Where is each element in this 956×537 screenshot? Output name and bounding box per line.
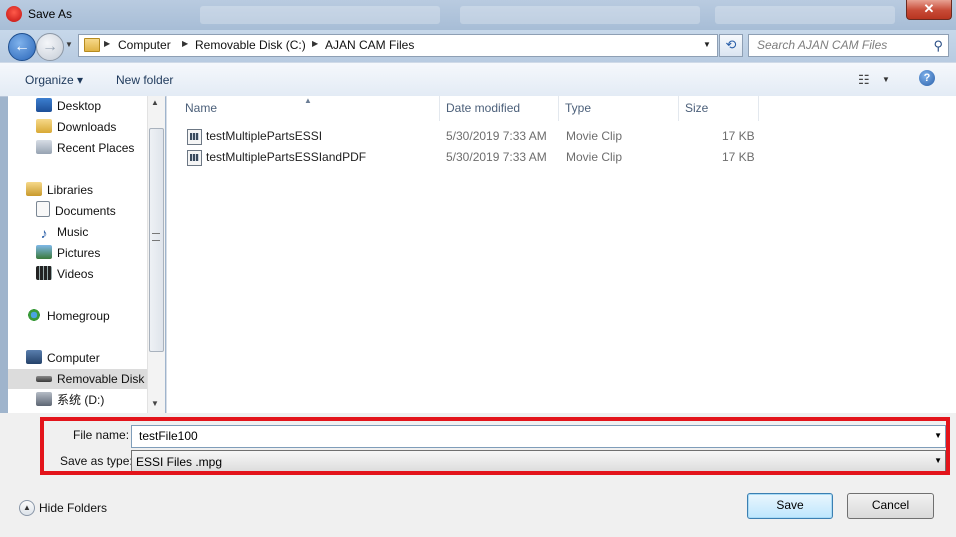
column-divider[interactable]: [678, 96, 679, 121]
recent-pages-dropdown-icon[interactable]: ▼: [65, 40, 73, 49]
file-list-pane: Name Date modified Type Size testMultipl…: [166, 96, 956, 413]
file-type: Movie Clip: [566, 129, 623, 143]
movie-clip-icon: [187, 129, 202, 145]
command-toolbar: Organize ▾ New folder ☷ ▼ ?: [0, 62, 956, 97]
app-icon: [6, 6, 22, 22]
grip-icon: [152, 233, 160, 241]
file-type: Movie Clip: [566, 150, 623, 164]
column-header-name[interactable]: Name: [185, 101, 217, 115]
file-size: 17 KB: [722, 150, 755, 164]
search-placeholder: Search AJAN CAM Files: [757, 38, 888, 52]
sidebar-item-libraries[interactable]: Libraries: [26, 180, 93, 200]
desktop-icon: [36, 98, 52, 112]
sidebar-item-label: 系统 (D:): [57, 393, 105, 407]
breadcrumb-computer[interactable]: Computer: [118, 38, 171, 52]
sidebar-item-downloads[interactable]: Downloads: [36, 117, 116, 137]
scroll-up-icon[interactable]: ▲: [151, 98, 159, 107]
refresh-button[interactable]: ⟲: [719, 34, 743, 57]
computer-icon: [26, 350, 42, 364]
drive-icon: [36, 376, 52, 382]
sidebar-item-label: Desktop: [57, 99, 102, 113]
hide-folders-button[interactable]: Hide Folders: [39, 501, 107, 515]
column-divider[interactable]: [558, 96, 559, 121]
file-row[interactable]: testMultiplePartsESSI 5/30/2019 7:33 AM …: [187, 126, 787, 146]
sidebar-item-removable-disk[interactable]: Removable Disk (: [8, 369, 152, 389]
sidebar-item-homegroup[interactable]: Homegroup: [26, 306, 110, 326]
column-header-type[interactable]: Type: [565, 101, 591, 115]
sort-ascending-icon: ▲: [304, 96, 312, 105]
sidebar-item-pictures[interactable]: Pictures: [36, 243, 100, 263]
sidebar-item-videos[interactable]: Videos: [36, 264, 93, 284]
sidebar-item-computer[interactable]: Computer: [26, 348, 100, 368]
background-window-ghost: [460, 6, 700, 24]
downloads-icon: [36, 119, 52, 133]
new-folder-button[interactable]: New folder: [116, 73, 173, 87]
sidebar-item-label: Documents: [55, 204, 116, 218]
address-dropdown-icon[interactable]: ▼: [697, 34, 717, 55]
sidebar-item-label: Music: [57, 225, 89, 239]
music-icon: ♪: [40, 225, 48, 241]
videos-icon: [36, 266, 52, 280]
close-button[interactable]: ✕: [906, 0, 952, 20]
sidebar-item-desktop[interactable]: Desktop: [36, 96, 101, 116]
sidebar-item-music[interactable]: ♪ Music: [36, 222, 89, 242]
sidebar-item-documents[interactable]: Documents: [36, 201, 116, 221]
search-icon[interactable]: ⚲: [933, 38, 943, 54]
column-header-date-modified[interactable]: Date modified: [446, 101, 520, 115]
sidebar-item-label: Pictures: [57, 246, 101, 260]
save-button[interactable]: Save: [747, 493, 833, 519]
breadcrumb-separator-icon[interactable]: ▶: [312, 39, 318, 48]
sidebar-item-label: Recent Places: [57, 141, 135, 155]
file-date: 5/30/2019 7:33 AM: [446, 150, 547, 164]
folder-icon: [84, 38, 100, 52]
sidebar-item-label: Removable Disk (: [57, 372, 152, 386]
drive-icon: [36, 392, 52, 406]
title-bar: [0, 0, 956, 30]
movie-clip-icon: [187, 150, 202, 166]
sidebar-item-recent-places[interactable]: Recent Places: [36, 138, 134, 158]
search-input[interactable]: Search AJAN CAM Files ⚲: [748, 34, 949, 57]
column-divider[interactable]: [758, 96, 759, 121]
organize-button[interactable]: Organize ▾: [25, 73, 83, 87]
documents-icon: [36, 201, 50, 217]
address-bar[interactable]: ▶ Computer ▶ Removable Disk (C:) ▶ AJAN …: [78, 34, 718, 57]
breadcrumb-removable-disk[interactable]: Removable Disk (C:): [195, 38, 306, 52]
forward-button[interactable]: →: [36, 33, 64, 61]
change-view-icon[interactable]: ☷: [858, 72, 870, 88]
libraries-icon: [26, 182, 42, 196]
window-title: Save As: [28, 7, 73, 21]
sidebar-item-label: Computer: [47, 351, 100, 365]
view-options-dropdown-icon[interactable]: ▼: [882, 75, 890, 84]
file-date: 5/30/2019 7:33 AM: [446, 129, 547, 143]
file-row[interactable]: testMultiplePartsESSIandPDF 5/30/2019 7:…: [187, 147, 787, 167]
background-window-ghost: [200, 6, 440, 24]
sidebar-item-label: Libraries: [47, 183, 94, 197]
scroll-down-icon[interactable]: ▼: [151, 399, 159, 408]
sidebar-item-label: Downloads: [57, 120, 117, 134]
breadcrumb-separator-icon[interactable]: ▶: [104, 39, 110, 48]
back-button[interactable]: ←: [8, 33, 36, 61]
hide-folders-icon[interactable]: ▲: [19, 500, 35, 516]
highlight-annotation-box: [40, 417, 950, 475]
navigation-pane: Desktop Downloads Recent Places Librarie…: [8, 96, 164, 413]
file-size: 17 KB: [722, 129, 755, 143]
sidebar-item-drive-d[interactable]: 系统 (D:): [36, 390, 104, 410]
recent-places-icon: [36, 140, 52, 154]
help-icon[interactable]: ?: [919, 70, 935, 86]
file-name: testMultiplePartsESSI: [206, 129, 323, 143]
sidebar-item-label: Homegroup: [47, 309, 110, 323]
cancel-button[interactable]: Cancel: [847, 493, 934, 519]
column-divider[interactable]: [439, 96, 440, 121]
pictures-icon: [36, 245, 52, 259]
breadcrumb-current-folder[interactable]: AJAN CAM Files: [325, 38, 414, 52]
sidebar-item-label: Videos: [57, 267, 94, 281]
background-window-ghost: [715, 6, 895, 24]
column-header-size[interactable]: Size: [685, 101, 708, 115]
scrollbar-thumb[interactable]: [149, 128, 164, 352]
file-name: testMultiplePartsESSIandPDF: [206, 150, 367, 164]
homegroup-icon: [26, 308, 42, 322]
breadcrumb-separator-icon[interactable]: ▶: [182, 39, 188, 48]
